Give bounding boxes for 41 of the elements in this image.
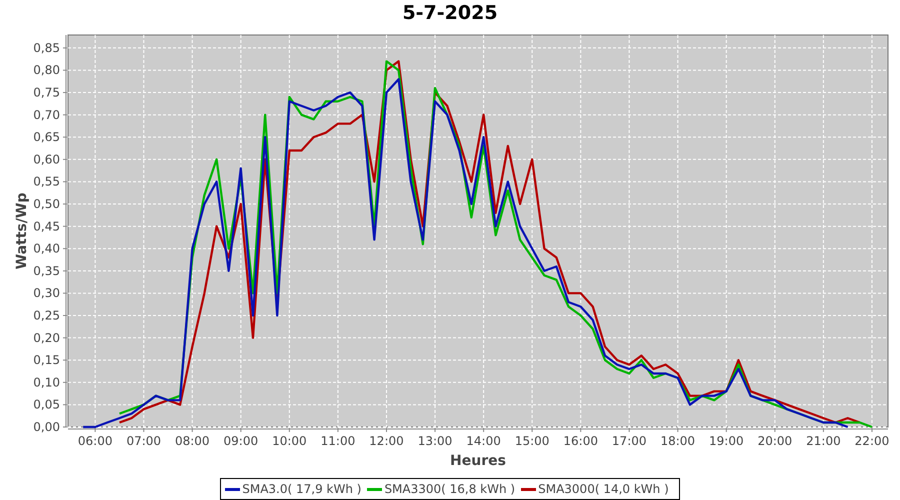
tick-label: 09:00 xyxy=(224,434,258,448)
tick-label: 20:00 xyxy=(758,434,792,448)
tick-label: 0,80 xyxy=(33,63,60,78)
tick-label: 12:00 xyxy=(369,434,404,448)
tick-label: 16:00 xyxy=(563,434,598,448)
tick-label: 21:00 xyxy=(806,434,841,448)
tick-label: 17:00 xyxy=(612,434,647,448)
tick-label: 14:00 xyxy=(466,434,501,448)
tick-label: 0,85 xyxy=(33,40,60,55)
tick-label: 08:00 xyxy=(175,434,210,448)
tick-label: 19:00 xyxy=(709,434,744,448)
tick-label: 0,60 xyxy=(33,152,60,166)
tick-label: 0,10 xyxy=(33,375,60,390)
tick-label: 0,20 xyxy=(33,330,60,345)
tick-label: 15:00 xyxy=(514,434,550,448)
x-axis-title: Heures xyxy=(450,453,506,469)
y-axis-title: Watts/Wp xyxy=(14,192,30,270)
tick-label: 13:00 xyxy=(418,434,452,448)
tick-label: 10:00 xyxy=(272,434,307,448)
legend-label: SMA3300( 16,8 kWh ) xyxy=(384,482,516,496)
tick-label: 0,70 xyxy=(33,108,60,122)
chart-title: 5-7-2025 xyxy=(402,1,498,26)
tick-label: 0,65 xyxy=(33,130,60,144)
tick-label: 0,00 xyxy=(33,420,60,434)
tick-label: 0,25 xyxy=(33,308,60,322)
tick-label: 06:00 xyxy=(78,434,112,448)
tick-label: 11:00 xyxy=(320,434,356,448)
tick-label: 0,40 xyxy=(33,242,60,256)
legend-label: SMA3.0( 17,9 kWh ) xyxy=(242,482,362,496)
legend-label: SMA3000( 14,0 kWh ) xyxy=(538,482,669,496)
tick-label: 0,45 xyxy=(33,219,60,234)
tick-label: 0,15 xyxy=(33,353,60,368)
tick-label: 0,75 xyxy=(33,86,60,100)
tick-label: 22:00 xyxy=(854,434,890,448)
tick-label: 0,30 xyxy=(33,286,60,300)
tick-label: 0,50 xyxy=(33,197,60,212)
tick-label: 0,55 xyxy=(33,174,60,189)
tick-label: 0,35 xyxy=(33,264,60,278)
tick-label: 0,05 xyxy=(33,398,60,412)
tick-label: 18:00 xyxy=(660,434,696,448)
tick-label: 07:00 xyxy=(126,434,162,448)
